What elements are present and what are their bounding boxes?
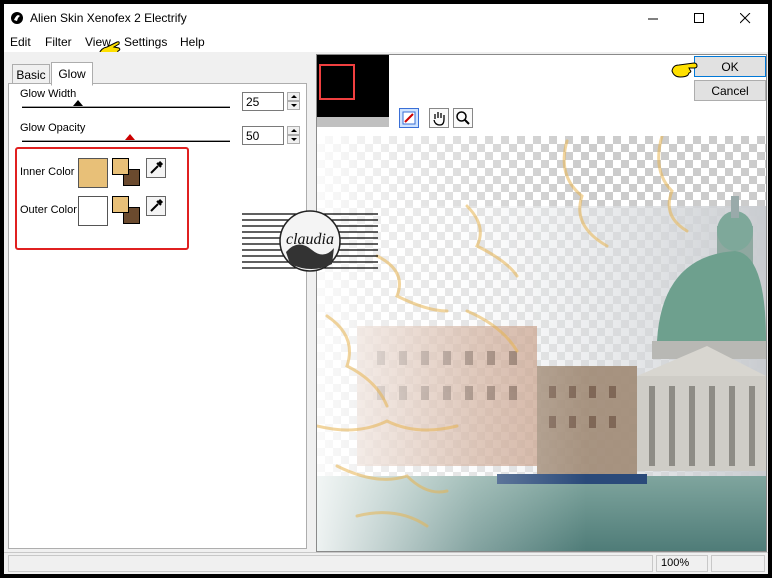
glow-opacity-slider-thumb[interactable] xyxy=(125,134,135,140)
cancel-button-label: Cancel xyxy=(711,83,749,98)
status-extra xyxy=(711,555,765,572)
maximize-icon xyxy=(693,12,704,23)
menu-edit[interactable]: Edit xyxy=(10,35,31,49)
preview-toggle-button[interactable] xyxy=(399,108,419,128)
menu-settings[interactable]: Settings xyxy=(124,35,167,49)
alien-skin-app-icon xyxy=(11,12,23,24)
tab-basic-label: Basic xyxy=(16,68,46,82)
watermark-text: claudia xyxy=(286,231,334,248)
navigator-view-rect[interactable] xyxy=(319,64,355,100)
spin-down-icon[interactable] xyxy=(287,135,300,144)
menu-bar: Edit Filter View Settings Help xyxy=(4,32,768,58)
glow-opacity-label: Glow Opacity xyxy=(20,122,86,134)
glow-width-spinner[interactable] xyxy=(287,92,300,111)
glow-opacity-spinner[interactable] xyxy=(287,126,300,145)
title-bar: Alien Skin Xenofex 2 Electrify xyxy=(4,4,768,32)
hand-tool-button[interactable] xyxy=(429,108,449,128)
preview-toggle-icon xyxy=(402,111,416,125)
spin-down-icon[interactable] xyxy=(287,101,300,110)
status-message xyxy=(8,555,653,572)
spin-up-icon[interactable] xyxy=(287,126,300,135)
glow-width-input[interactable]: 25 xyxy=(242,92,284,111)
glow-width-label: Glow Width xyxy=(20,88,77,100)
tab-glow-label: Glow xyxy=(58,67,86,81)
window-title: Alien Skin Xenofex 2 Electrify xyxy=(30,11,187,25)
preview-area xyxy=(316,54,767,552)
ok-button[interactable]: OK xyxy=(694,56,766,77)
spin-up-icon[interactable] xyxy=(287,92,300,101)
dialog-window: Alien Skin Xenofex 2 Electrify Edit Filt… xyxy=(4,4,768,574)
maximize-button[interactable] xyxy=(676,4,722,32)
pointing-hand-icon xyxy=(671,62,698,78)
close-icon xyxy=(739,12,750,23)
magnifier-icon xyxy=(456,111,470,125)
menu-filter[interactable]: Filter xyxy=(45,35,72,49)
minimize-icon xyxy=(647,18,658,19)
minimize-button[interactable] xyxy=(630,4,676,32)
menu-help[interactable]: Help xyxy=(180,35,205,49)
hand-icon xyxy=(433,112,445,126)
zoom-tool-button[interactable] xyxy=(453,108,473,128)
color-settings-highlight-box xyxy=(15,147,189,250)
preview-image xyxy=(317,136,766,551)
glow-width-slider-track[interactable] xyxy=(22,106,230,108)
glow-width-slider-thumb[interactable] xyxy=(73,100,83,106)
zoom-level: 100% xyxy=(656,555,708,572)
tab-glow[interactable]: Glow xyxy=(51,62,93,86)
glow-opacity-slider-track[interactable] xyxy=(22,140,230,142)
navigator-thumbnail[interactable] xyxy=(317,55,389,127)
status-bar: 100% xyxy=(4,552,768,574)
close-button[interactable] xyxy=(722,4,768,32)
cancel-button[interactable]: Cancel xyxy=(694,80,766,101)
settings-panel: Basic Glow Glow Width 25 Glow Opacity 50… xyxy=(4,52,308,550)
preview-canvas[interactable] xyxy=(317,136,766,551)
ok-button-label: OK xyxy=(721,59,739,74)
watermark-logo: claudia xyxy=(242,208,378,274)
glow-opacity-input[interactable]: 50 xyxy=(242,126,284,145)
